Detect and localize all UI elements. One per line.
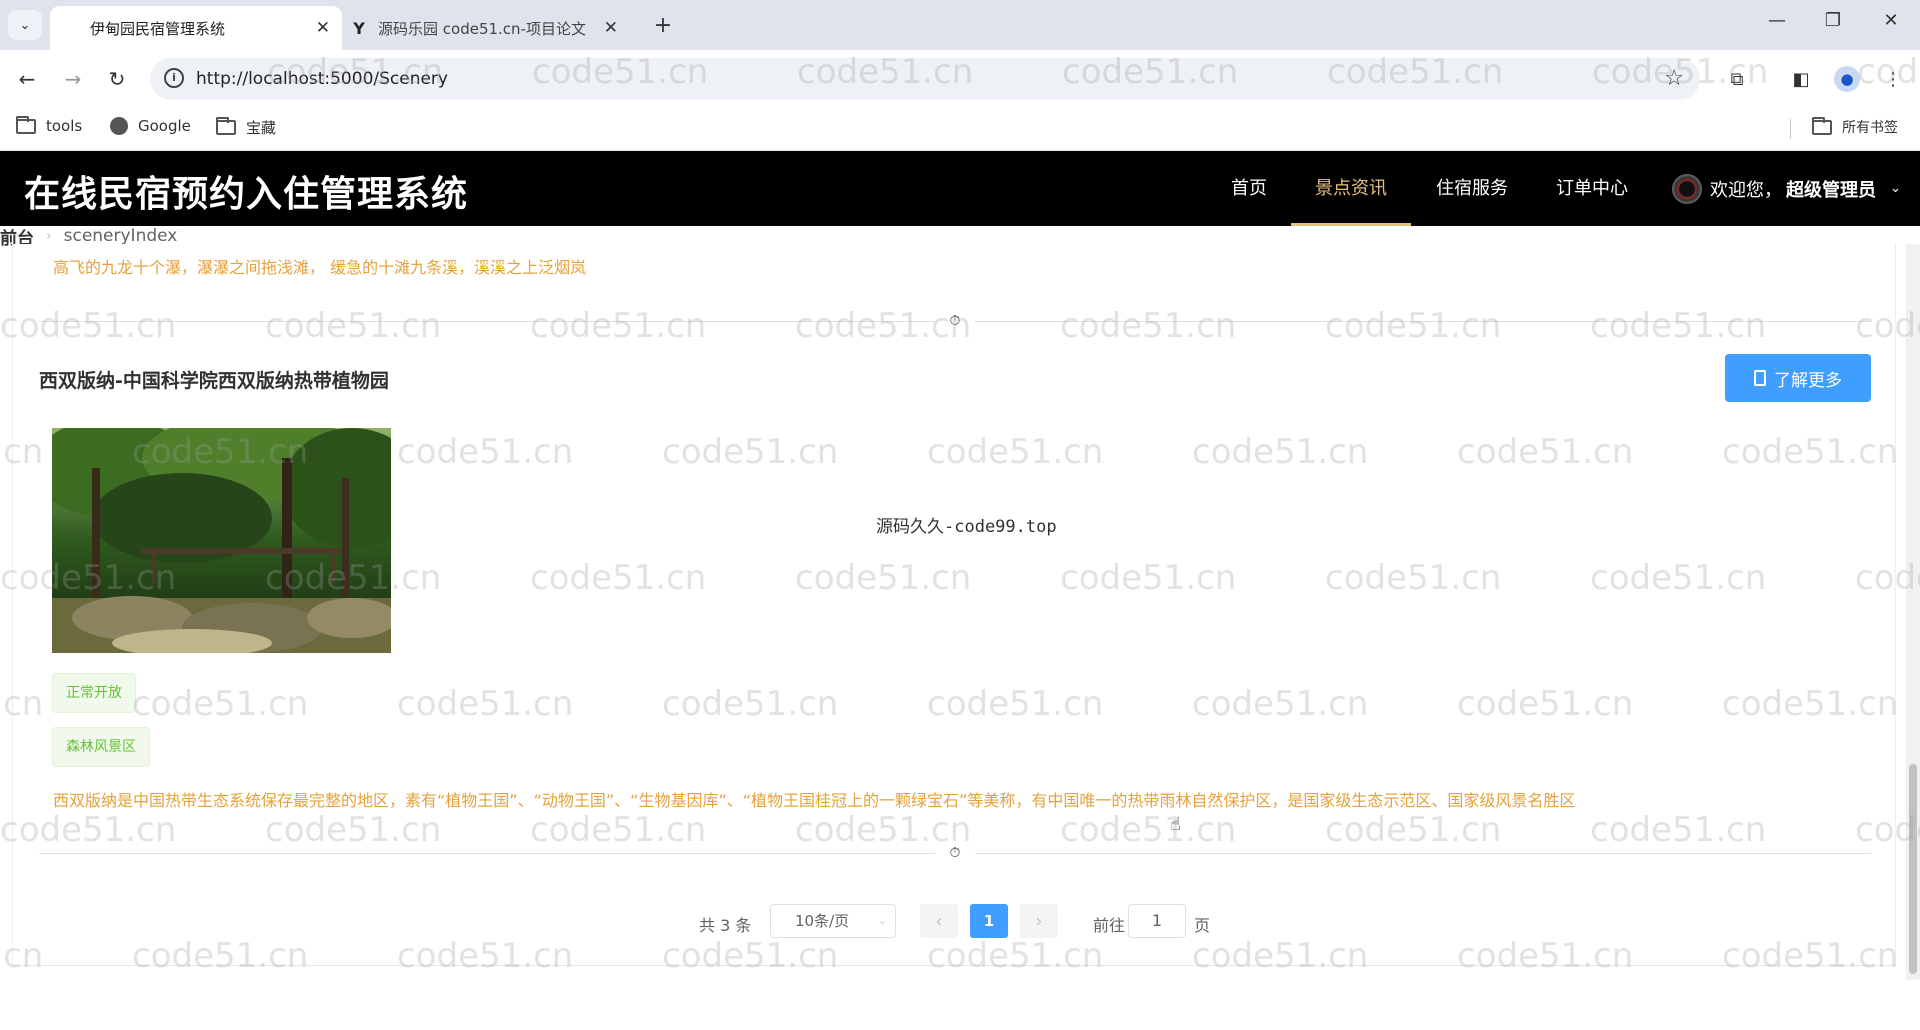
bookmarks-divider <box>1790 119 1791 139</box>
goto-page-input[interactable]: 1 <box>1128 904 1186 938</box>
learn-more-button[interactable]: 了解更多 <box>1725 354 1871 402</box>
url-text[interactable]: http://localhost:5000/Scenery <box>196 69 448 89</box>
scenery-title[interactable]: 西双版纳-中国科学院西双版纳热带植物园 <box>39 366 389 393</box>
close-window-icon[interactable]: ✕ <box>1866 10 1916 31</box>
page-scrollbar[interactable] <box>1906 244 1920 980</box>
bookmark-star-icon[interactable]: ☆ <box>1664 66 1684 91</box>
profile-avatar-icon[interactable]: ● <box>1834 66 1860 92</box>
browser-tab-bar: ⌄ 伊甸园民宿管理系统 ✕ Y 源码乐园 code51.cn-项目论文 ✕ + … <box>0 0 1920 50</box>
mobile-icon <box>1754 370 1766 386</box>
close-icon[interactable]: ✕ <box>604 18 618 38</box>
address-bar[interactable]: i http://localhost:5000/Scenery ☆ <box>150 58 1700 100</box>
site-info-icon[interactable]: i <box>164 68 184 88</box>
chevron-right-icon: › <box>46 228 52 244</box>
divider-icon: ⏱ <box>935 311 975 331</box>
new-tab-button[interactable]: + <box>648 10 678 40</box>
bookmark-label: Google <box>138 117 191 135</box>
restore-icon[interactable]: ❐ <box>1808 10 1858 31</box>
chevron-left-icon: ‹ <box>935 910 943 932</box>
folder-icon <box>16 115 36 134</box>
hand-cursor-icon: ☝ <box>1170 814 1181 835</box>
pagination-total: 共 3 条 <box>699 916 752 935</box>
divider-icon: ⏱ <box>935 843 975 863</box>
next-page-button[interactable]: › <box>1020 904 1058 938</box>
bookmark-treasure[interactable]: 宝藏 <box>216 117 276 138</box>
more-menu-icon[interactable]: ⋮ <box>1880 66 1906 92</box>
status-tag: 正常开放 <box>52 673 136 713</box>
welcome-text: 欢迎您， <box>1710 179 1782 201</box>
extensions-icon[interactable]: ⧉ <box>1724 66 1750 92</box>
avatar <box>1672 173 1702 204</box>
tab-title: 伊甸园民宿管理系统 <box>90 19 226 38</box>
folder-icon <box>1812 116 1832 135</box>
folder-icon <box>216 117 236 135</box>
breadcrumb-current: sceneryIndex <box>63 226 178 246</box>
bookmark-label: 所有书签 <box>1842 120 1898 136</box>
close-icon[interactable]: ✕ <box>316 18 330 38</box>
prev-item-description: 高飞的九龙十个瀑，瀑瀑之间拖浅滩， 缓急的十滩九条溪，溪溪之上泛烟岚 <box>53 258 587 277</box>
prev-page-button[interactable]: ‹ <box>920 904 958 938</box>
nav-lodging[interactable]: 住宿服务 <box>1428 151 1516 226</box>
all-bookmarks[interactable]: 所有书签 <box>1812 116 1898 137</box>
app-title: 在线民宿预约入住管理系统 <box>24 174 469 215</box>
page-unit-label: 页 <box>1194 916 1211 935</box>
user-menu[interactable]: 欢迎您， 超级管理员 ⌄ <box>1672 151 1901 226</box>
category-tag: 森林风景区 <box>52 727 150 767</box>
minimize-icon[interactable]: — <box>1752 10 1802 31</box>
tab-search-button[interactable]: ⌄ <box>8 10 42 40</box>
scrollbar-thumb[interactable] <box>1909 764 1917 974</box>
chevron-down-icon: ⌄ <box>19 17 31 33</box>
scenery-description: 西双版纳是中国热带生态系统保存最完整的地区，素有“植物王国”、“动物王国”、“生… <box>53 791 1576 810</box>
nav-home[interactable]: 首页 <box>1222 151 1276 226</box>
page-size-select[interactable]: 10条/页 ⌄ <box>770 904 896 938</box>
user-name: 超级管理员 <box>1786 179 1876 201</box>
browser-tab-active[interactable]: 伊甸园民宿管理系统 ✕ <box>50 6 342 50</box>
chevron-down-icon: ⌄ <box>1890 181 1901 196</box>
tab-title: 源码乐园 code51.cn-项目论文 <box>378 19 586 38</box>
browser-tab[interactable]: Y 源码乐园 code51.cn-项目论文 ✕ <box>350 6 640 50</box>
scenery-photo <box>52 428 391 653</box>
scenery-content: 源码久久-code99.top <box>876 517 1057 537</box>
forward-icon[interactable]: → <box>58 64 88 94</box>
bookmark-label: 宝藏 <box>246 119 277 137</box>
forest-image <box>52 428 391 653</box>
page-size-value: 10条/页 <box>795 912 850 930</box>
pagination: 共 3 条 10条/页 ⌄ ‹ 1 › 前往 1 页 <box>13 904 1895 940</box>
app-header: 在线民宿预约入住管理系统 首页 景点资讯 住宿服务 订单中心 欢迎您， 超级管理… <box>0 151 1920 226</box>
learn-more-label: 了解更多 <box>1774 370 1842 391</box>
reload-icon[interactable]: ↻ <box>102 64 132 94</box>
nav-scenery[interactable]: 景点资讯 <box>1291 151 1411 226</box>
scenery-list: 高飞的九龙十个瀑，瀑瀑之间拖浅滩， 缓急的十滩九条溪，溪溪之上泛烟岚 ⏱ 西双版… <box>12 244 1896 966</box>
chevron-down-icon: ⌄ <box>877 914 887 927</box>
bookmark-tools[interactable]: tools <box>16 115 83 135</box>
back-icon[interactable]: ← <box>12 64 42 94</box>
bookmark-google[interactable]: Google <box>110 117 191 135</box>
browser-toolbar: ← → ↻ i http://localhost:5000/Scenery ☆ … <box>0 50 1920 107</box>
bookmark-label: tools <box>46 117 83 135</box>
globe-icon <box>110 117 128 135</box>
page-number-current[interactable]: 1 <box>970 904 1008 938</box>
goto-label: 前往 <box>1093 916 1126 935</box>
bookmarks-bar: tools Google 宝藏 所有书签 <box>0 107 1920 151</box>
nav-orders[interactable]: 订单中心 <box>1548 151 1636 226</box>
side-panel-icon[interactable]: ◧ <box>1788 66 1814 92</box>
site-favicon-icon: Y <box>353 18 365 38</box>
chevron-right-icon: › <box>1035 910 1043 932</box>
